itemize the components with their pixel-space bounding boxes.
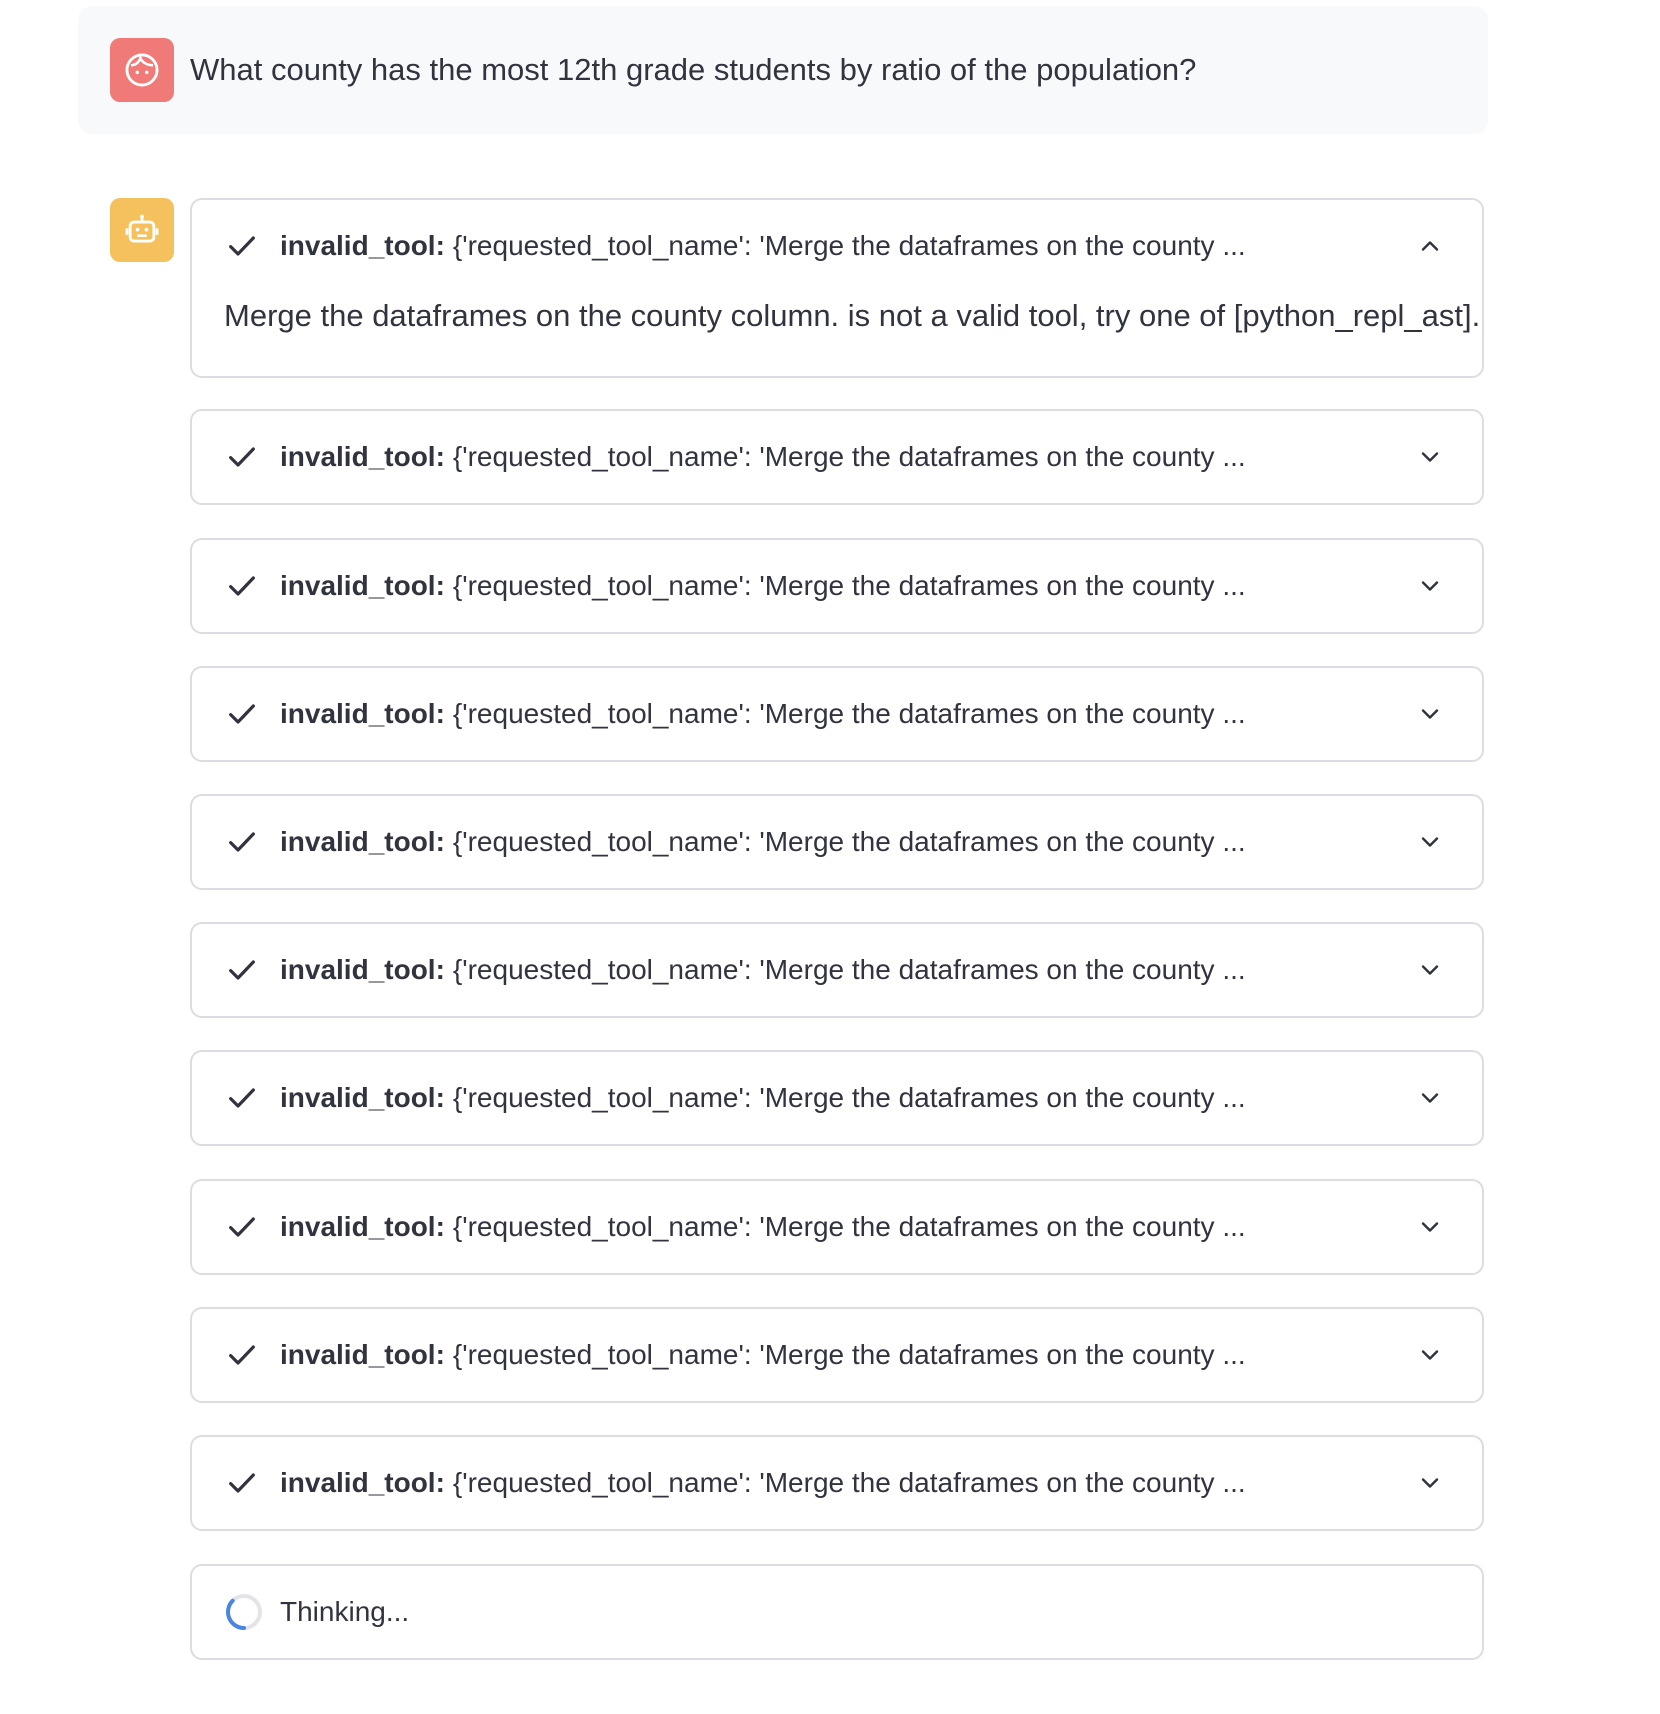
tool-step-expander: invalid_tool: {'requested_tool_name': 'Me… <box>190 1435 1484 1531</box>
check-icon <box>229 1473 255 1493</box>
tool-summary: {'requested_tool_name': 'Merge the dataf… <box>452 230 1246 261</box>
expander-header[interactable]: invalid_tool: {'requested_tool_name': 'Me… <box>192 200 1482 292</box>
check-icon <box>229 447 255 467</box>
expander-label: invalid_tool: {'requested_tool_name': 'Me… <box>280 1181 1246 1273</box>
chevron-down-icon[interactable] <box>1418 830 1442 854</box>
tool-name: invalid_tool: <box>280 1211 445 1242</box>
expander-label: invalid_tool: {'requested_tool_name': 'Me… <box>280 411 1246 503</box>
check-icon <box>229 1217 255 1237</box>
expander-header[interactable]: invalid_tool: {'requested_tool_name': 'Me… <box>192 1437 1482 1529</box>
check-icon <box>229 236 255 256</box>
chevron-down-icon[interactable] <box>1418 574 1442 598</box>
expander-header[interactable]: invalid_tool: {'requested_tool_name': 'Me… <box>192 411 1482 503</box>
check-icon <box>229 832 255 852</box>
check-icon <box>229 1088 255 1108</box>
expander-header[interactable]: invalid_tool: {'requested_tool_name': 'Me… <box>192 668 1482 760</box>
tool-summary: {'requested_tool_name': 'Merge the dataf… <box>452 1082 1246 1113</box>
tool-step-expander: invalid_tool: {'requested_tool_name': 'Me… <box>190 198 1484 378</box>
user-avatar <box>110 38 174 102</box>
chevron-down-icon[interactable] <box>1418 702 1442 726</box>
expander-body-text: Merge the dataframes on the county colum… <box>224 298 1481 333</box>
assistant-avatar <box>110 198 174 262</box>
user-message: What county has the most 12th grade stud… <box>78 6 1488 134</box>
tool-summary: {'requested_tool_name': 'Merge the dataf… <box>452 1467 1246 1498</box>
robot-icon <box>125 214 159 243</box>
tool-summary: {'requested_tool_name': 'Merge the dataf… <box>452 698 1246 729</box>
check-icon <box>229 576 255 596</box>
tool-name: invalid_tool: <box>280 698 445 729</box>
tool-step-expander: invalid_tool: {'requested_tool_name': 'Me… <box>190 538 1484 634</box>
tool-step-expander: invalid_tool: {'requested_tool_name': 'Me… <box>190 1179 1484 1275</box>
tool-name: invalid_tool: <box>280 954 445 985</box>
expander-header[interactable]: invalid_tool: {'requested_tool_name': 'Me… <box>192 924 1482 1016</box>
chevron-down-icon[interactable] <box>1418 958 1442 982</box>
tool-name: invalid_tool: <box>280 1082 445 1113</box>
thinking-header: Thinking... <box>192 1566 1482 1658</box>
tool-summary: {'requested_tool_name': 'Merge the dataf… <box>452 1211 1246 1242</box>
chevron-up-icon[interactable] <box>1418 234 1442 258</box>
tool-step-expander: invalid_tool: {'requested_tool_name': 'Me… <box>190 409 1484 505</box>
thinking-status: Thinking... <box>190 1564 1484 1660</box>
tool-summary: {'requested_tool_name': 'Merge the dataf… <box>452 826 1246 857</box>
user-face-icon <box>125 53 159 87</box>
tool-summary: {'requested_tool_name': 'Merge the dataf… <box>452 1339 1246 1370</box>
chevron-down-icon[interactable] <box>1418 1215 1442 1239</box>
chevron-down-icon[interactable] <box>1418 1343 1442 1367</box>
expander-header[interactable]: invalid_tool: {'requested_tool_name': 'Me… <box>192 796 1482 888</box>
expander-label: invalid_tool: {'requested_tool_name': 'Me… <box>280 668 1246 760</box>
tool-name: invalid_tool: <box>280 441 445 472</box>
tool-step-expander: invalid_tool: {'requested_tool_name': 'Me… <box>190 1307 1484 1403</box>
user-message-text: What county has the most 12th grade stud… <box>190 52 1197 87</box>
thinking-label: Thinking... <box>280 1596 410 1627</box>
expander-header[interactable]: invalid_tool: {'requested_tool_name': 'Me… <box>192 540 1482 632</box>
tool-step-expander: invalid_tool: {'requested_tool_name': 'Me… <box>190 922 1484 1018</box>
expander-label: invalid_tool: {'requested_tool_name': 'Me… <box>280 200 1246 292</box>
spinner-icon <box>226 1594 262 1630</box>
expander-label: invalid_tool: {'requested_tool_name': 'Me… <box>280 924 1246 1016</box>
expander-header[interactable]: invalid_tool: {'requested_tool_name': 'Me… <box>192 1181 1482 1273</box>
chat-page: What county has the most 12th grade stud… <box>0 0 1660 1714</box>
tool-summary: {'requested_tool_name': 'Merge the dataf… <box>452 441 1246 472</box>
tool-name: invalid_tool: <box>280 826 445 857</box>
tool-summary: {'requested_tool_name': 'Merge the dataf… <box>452 570 1246 601</box>
expander-label: invalid_tool: {'requested_tool_name': 'Me… <box>280 796 1246 888</box>
chevron-down-icon[interactable] <box>1418 1471 1442 1495</box>
check-icon <box>229 1345 255 1365</box>
tool-summary: {'requested_tool_name': 'Merge the dataf… <box>452 954 1246 985</box>
expander-header[interactable]: invalid_tool: {'requested_tool_name': 'Me… <box>192 1309 1482 1401</box>
tool-name: invalid_tool: <box>280 1339 445 1370</box>
tool-step-expander: invalid_tool: {'requested_tool_name': 'Me… <box>190 666 1484 762</box>
tool-name: invalid_tool: <box>280 230 445 261</box>
tool-name: invalid_tool: <box>280 1467 445 1498</box>
expander-header[interactable]: invalid_tool: {'requested_tool_name': 'Me… <box>192 1052 1482 1144</box>
tool-name: invalid_tool: <box>280 570 445 601</box>
check-icon <box>229 704 255 724</box>
expander-label: invalid_tool: {'requested_tool_name': 'Me… <box>280 540 1246 632</box>
tool-step-expander: invalid_tool: {'requested_tool_name': 'Me… <box>190 1050 1484 1146</box>
chevron-down-icon[interactable] <box>1418 1086 1442 1110</box>
expander-label: invalid_tool: {'requested_tool_name': 'Me… <box>280 1309 1246 1401</box>
expander-label: invalid_tool: {'requested_tool_name': 'Me… <box>280 1437 1246 1529</box>
expander-label: invalid_tool: {'requested_tool_name': 'Me… <box>280 1052 1246 1144</box>
check-icon <box>229 960 255 980</box>
tool-step-expander: invalid_tool: {'requested_tool_name': 'Me… <box>190 794 1484 890</box>
chevron-down-icon[interactable] <box>1418 445 1442 469</box>
